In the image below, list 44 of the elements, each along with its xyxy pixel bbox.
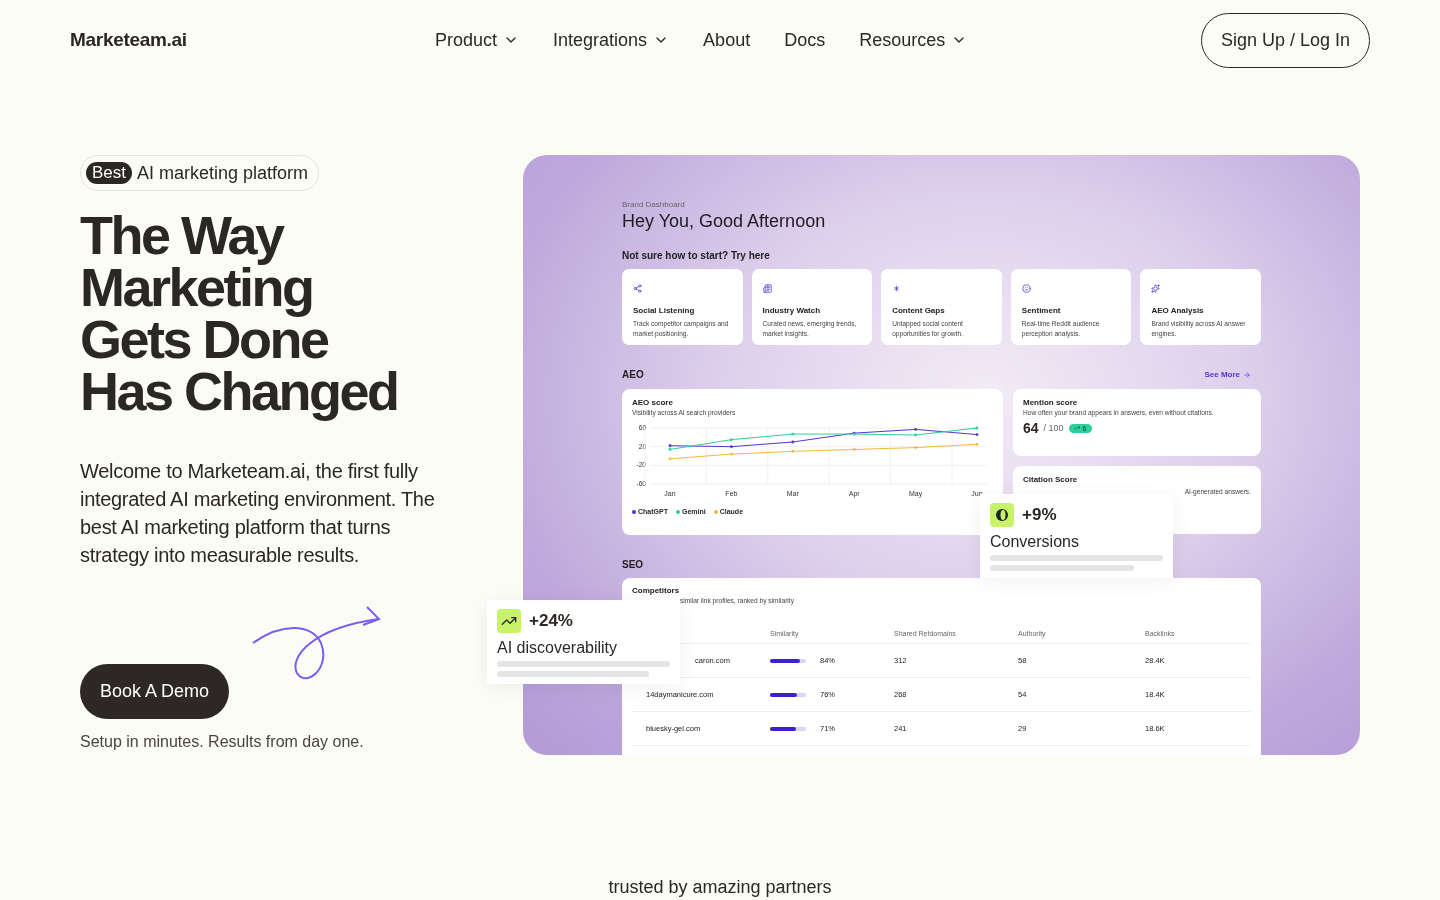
card-icon xyxy=(1151,284,1161,293)
nav-link[interactable]: Product xyxy=(435,29,520,51)
score-value: 64 xyxy=(1023,420,1039,436)
coin-icon xyxy=(990,503,1014,527)
trend-icon xyxy=(497,609,521,633)
card-title: Content Gaps xyxy=(892,306,946,315)
nav-link[interactable]: Integrations xyxy=(553,29,670,51)
section-label: SEO xyxy=(622,559,644,570)
card-title: Citation Score xyxy=(1023,475,1079,484)
badge-tag: Best xyxy=(86,162,133,184)
stat-value: +9% xyxy=(1022,505,1057,525)
stat-label: AI discoverability xyxy=(497,639,619,657)
section-label: AEO xyxy=(622,369,644,380)
description: Welcome to Marketeam.ai, the first fully integrated AI marketing environment. The best AI marketing platform that turns strategy into measurable results. xyxy=(80,459,436,568)
dashboard-title: Hey You, Good Afternoon xyxy=(622,211,827,232)
card-title: Social Listening xyxy=(633,306,696,315)
similarity-bar xyxy=(770,658,806,663)
card-title: Mention score xyxy=(1023,398,1079,407)
card-icon xyxy=(1021,284,1031,293)
setup-note: Setup in minutes. Results from day one. xyxy=(80,733,365,751)
card-title: Industry Watch xyxy=(762,306,822,315)
card-icon xyxy=(762,284,772,293)
similarity-bar xyxy=(770,726,806,731)
logo[interactable]: Marketeam.ai xyxy=(70,29,410,51)
nav-link[interactable]: Resources xyxy=(859,29,968,51)
card-icon xyxy=(892,284,902,293)
card-icon xyxy=(633,284,642,293)
partners-title: trusted by amazing partners xyxy=(607,877,833,898)
nav-link[interactable]: About xyxy=(703,29,751,51)
arrow-icon xyxy=(1243,370,1251,379)
stat-value: +24% xyxy=(529,611,573,631)
prompt: Not sure how to start? Try here xyxy=(622,250,771,261)
card-title: Competitors xyxy=(632,586,681,595)
see-more-link[interactable]: See More xyxy=(1204,370,1251,379)
card-title: AEO Analysis xyxy=(1151,306,1205,315)
nav-link[interactable]: Docs xyxy=(784,29,826,51)
card-title: AEO score xyxy=(632,398,674,407)
score-total: / 100 xyxy=(1043,423,1064,433)
eyebrow: Brand Dashboard xyxy=(622,200,686,209)
badge-text: AI marketing platform xyxy=(137,162,309,184)
similarity-bar xyxy=(770,692,806,697)
card-title: Sentiment xyxy=(1021,306,1062,315)
book-demo-button[interactable]: Book A Demo xyxy=(80,664,230,719)
stat-label: Conversions xyxy=(990,533,1080,551)
